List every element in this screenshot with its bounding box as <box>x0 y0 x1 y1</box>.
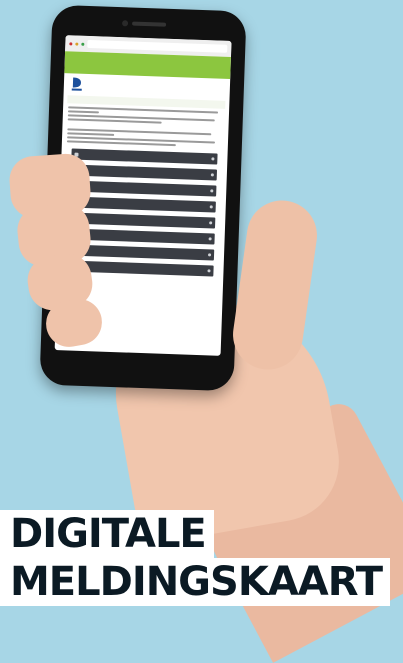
menu-item[interactable] <box>70 180 217 197</box>
menu-item[interactable] <box>69 196 216 213</box>
camera-icon <box>121 20 129 27</box>
window-dot-icon <box>75 42 79 46</box>
chevron-icon <box>207 269 211 273</box>
menu-item[interactable] <box>70 164 218 181</box>
menu-item[interactable] <box>71 148 218 165</box>
chevron-icon <box>210 189 214 193</box>
chevron-icon <box>210 173 214 177</box>
headline-line-2: MELDINGSKAART <box>0 558 391 606</box>
menu-item[interactable] <box>67 244 215 261</box>
window-dot-icon <box>81 42 85 46</box>
url-field <box>87 39 228 53</box>
menu-list <box>67 148 218 277</box>
thumb <box>228 195 322 375</box>
site-logo-icon <box>71 77 82 91</box>
intro-paragraph <box>66 106 224 147</box>
window-dot-icon <box>69 41 73 45</box>
menu-item[interactable] <box>69 212 216 229</box>
chevron-icon <box>208 237 212 241</box>
headline-line-1: DIGITALE <box>0 510 214 558</box>
speaker-grille <box>132 21 167 27</box>
chevron-icon <box>208 253 212 257</box>
chevron-icon <box>209 221 213 225</box>
headline: DIGITALE MELDINGSKAART <box>0 510 391 606</box>
chevron-icon <box>211 157 215 161</box>
chevron-icon <box>209 205 213 209</box>
photo-scene: DIGITALE MELDINGSKAART <box>0 0 403 663</box>
